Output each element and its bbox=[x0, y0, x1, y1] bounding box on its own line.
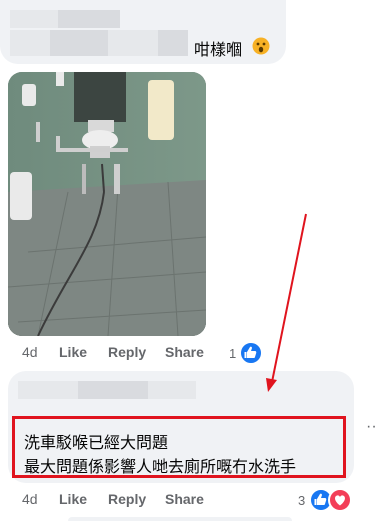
blurred-author-name bbox=[10, 10, 58, 28]
timestamp[interactable]: 4d bbox=[22, 344, 38, 360]
like-icon[interactable] bbox=[239, 341, 263, 365]
reply-button[interactable]: Reply bbox=[108, 344, 146, 360]
blurred-author-name bbox=[18, 381, 78, 399]
blurred-author-name bbox=[78, 381, 148, 399]
love-icon[interactable] bbox=[328, 488, 352, 512]
share-button[interactable]: Share bbox=[165, 491, 204, 507]
reaction-count[interactable]: 1 bbox=[229, 346, 236, 361]
blurred-author-name bbox=[58, 10, 120, 28]
comment-line-2: 最大問題係影響人哋去廁所嘅冇水洗手 bbox=[24, 459, 297, 476]
blurred-author-name bbox=[148, 381, 196, 399]
comment-bubble-1: 咁樣嗰 bbox=[0, 0, 286, 64]
blurred-comment-text bbox=[108, 30, 158, 56]
surprised-face-emoji-icon bbox=[252, 37, 270, 55]
reaction-count[interactable]: 3 bbox=[298, 493, 305, 508]
like-button[interactable]: Like bbox=[59, 491, 87, 507]
reply-button[interactable]: Reply bbox=[108, 491, 146, 507]
timestamp[interactable]: 4d bbox=[22, 491, 38, 507]
restroom-photo-illustration bbox=[8, 72, 206, 336]
comment-photo[interactable] bbox=[8, 72, 206, 336]
like-button[interactable]: Like bbox=[59, 344, 87, 360]
comment-text: 咁樣嗰 bbox=[194, 42, 243, 59]
blurred-comment-text bbox=[158, 30, 188, 56]
comment-line-1: 洗車駁喉已經大問題 bbox=[24, 435, 169, 452]
blurred-comment-text bbox=[10, 30, 50, 56]
next-comment-bubble-edge bbox=[68, 517, 292, 521]
comment-actions-1: 4d Like Reply Share bbox=[0, 344, 381, 364]
blurred-comment-text bbox=[50, 30, 108, 56]
share-button[interactable]: Share bbox=[165, 344, 204, 360]
more-options-icon[interactable]: ·· bbox=[366, 418, 377, 436]
